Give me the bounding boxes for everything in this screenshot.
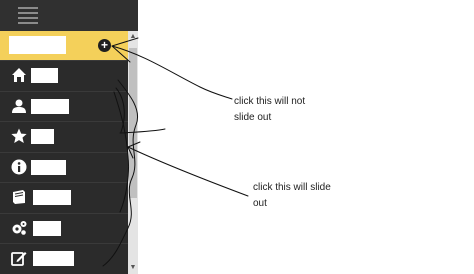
annotation-no-slide: click this will not slide out [234,96,306,123]
annotation-slide: click this will slide out [253,182,331,209]
hand-drawn-arrows [102,37,249,267]
